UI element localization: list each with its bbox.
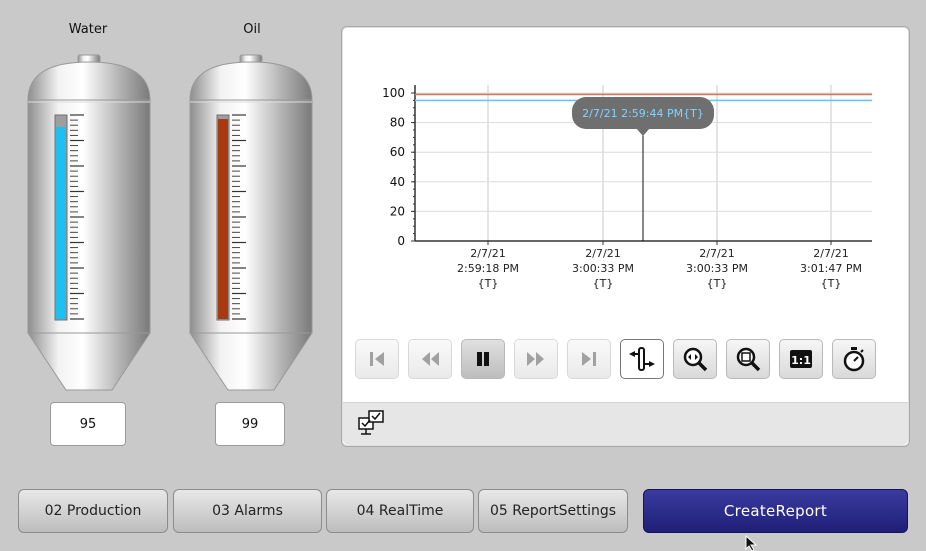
skip-to-start-button[interactable] [355,339,399,379]
original-size-icon: 1:1 [790,350,812,368]
cursor-tooltip-text: 2/7/21 2:59:44 PM{T} [582,107,704,120]
trend-chart[interactable]: 100 80 60 40 20 0 2/7/21 2:59:18 PM {T} 2/7/21 3:… [342,27,909,317]
pause-icon [477,352,489,366]
x-tick-label: 2/7/21 [470,247,505,260]
tank-label-oil: Oil [243,22,261,37]
pause-button[interactable] [461,339,505,379]
original-size-label: 1:1 [791,354,811,367]
ruler-cursor-icon [629,347,655,371]
y-tick-label: 80 [390,116,405,130]
trend-status-bar [343,402,908,445]
x-tick-label: 2/7/21 [585,247,620,260]
trend-toolbar: 1:1 [355,339,876,379]
create-report-button[interactable]: CreateReport [643,489,908,533]
water-level-bar [56,127,66,319]
x-tick-label: 3:00:33 PM [686,262,748,275]
trend-view[interactable]: 100 80 60 40 20 0 2/7/21 2:59:18 PM {T} 2/7/21 3:… [341,26,910,447]
nav-production-button[interactable]: 02 Production [18,489,168,533]
rewind-icon [422,352,439,366]
x-tick-label: {T} [821,277,842,290]
skip-to-start-icon [370,352,384,366]
water-value-display: 95 [50,402,126,446]
x-axis: 2/7/21 2:59:18 PM {T} 2/7/21 3:00:33 PM {T} 2/… [415,240,872,290]
skip-to-end-button[interactable] [567,339,611,379]
oil-level-bar [218,119,228,320]
y-tick-label: 40 [390,175,405,189]
y-tick-label: 100 [382,86,405,100]
cursor-tooltip: 2/7/21 2:59:44 PM{T} [572,97,714,136]
tank-label-water: Water [68,22,108,37]
stopwatch-icon [843,347,865,372]
zoom-time-axis-button[interactable] [673,339,717,379]
x-tick-label: 2/7/21 [813,247,848,260]
x-tick-label: 3:00:33 PM [572,262,634,275]
y-tick-label: 0 [397,234,405,248]
oil-tank [189,54,313,391]
x-tick-label: 3:01:47 PM [800,262,862,275]
zoom-area-button[interactable] [726,339,770,379]
fast-forward-button[interactable] [514,339,558,379]
x-tick-label: {T} [593,277,614,290]
water-tank [27,54,151,391]
tank-graphics [27,54,313,391]
zoom-icon [736,347,761,372]
oil-value-display: 99 [215,402,285,446]
stopwatch-button[interactable] [832,339,876,379]
ruler-cursor-button[interactable] [620,339,664,379]
x-tick-label: {T} [478,277,499,290]
x-tick-label: 2:59:18 PM [457,262,519,275]
y-tick-label: 60 [390,145,405,159]
y-axis: 100 80 60 40 20 0 [382,85,416,248]
skip-to-end-icon [582,352,596,366]
connected-screens-icon[interactable] [357,408,387,438]
y-tick-label: 20 [390,204,405,218]
rewind-button[interactable] [408,339,452,379]
fast-forward-icon [527,352,544,366]
x-tick-label: 2/7/21 [699,247,734,260]
original-size-button[interactable]: 1:1 [779,339,823,379]
nav-report-settings-button[interactable]: 05 ReportSettings [478,489,628,533]
zoom-time-icon [683,347,708,372]
x-tick-label: {T} [707,277,728,290]
nav-alarms-button[interactable]: 03 Alarms [173,489,322,533]
nav-realtime-button[interactable]: 04 RealTime [326,489,474,533]
mouse-pointer-icon [745,535,758,551]
